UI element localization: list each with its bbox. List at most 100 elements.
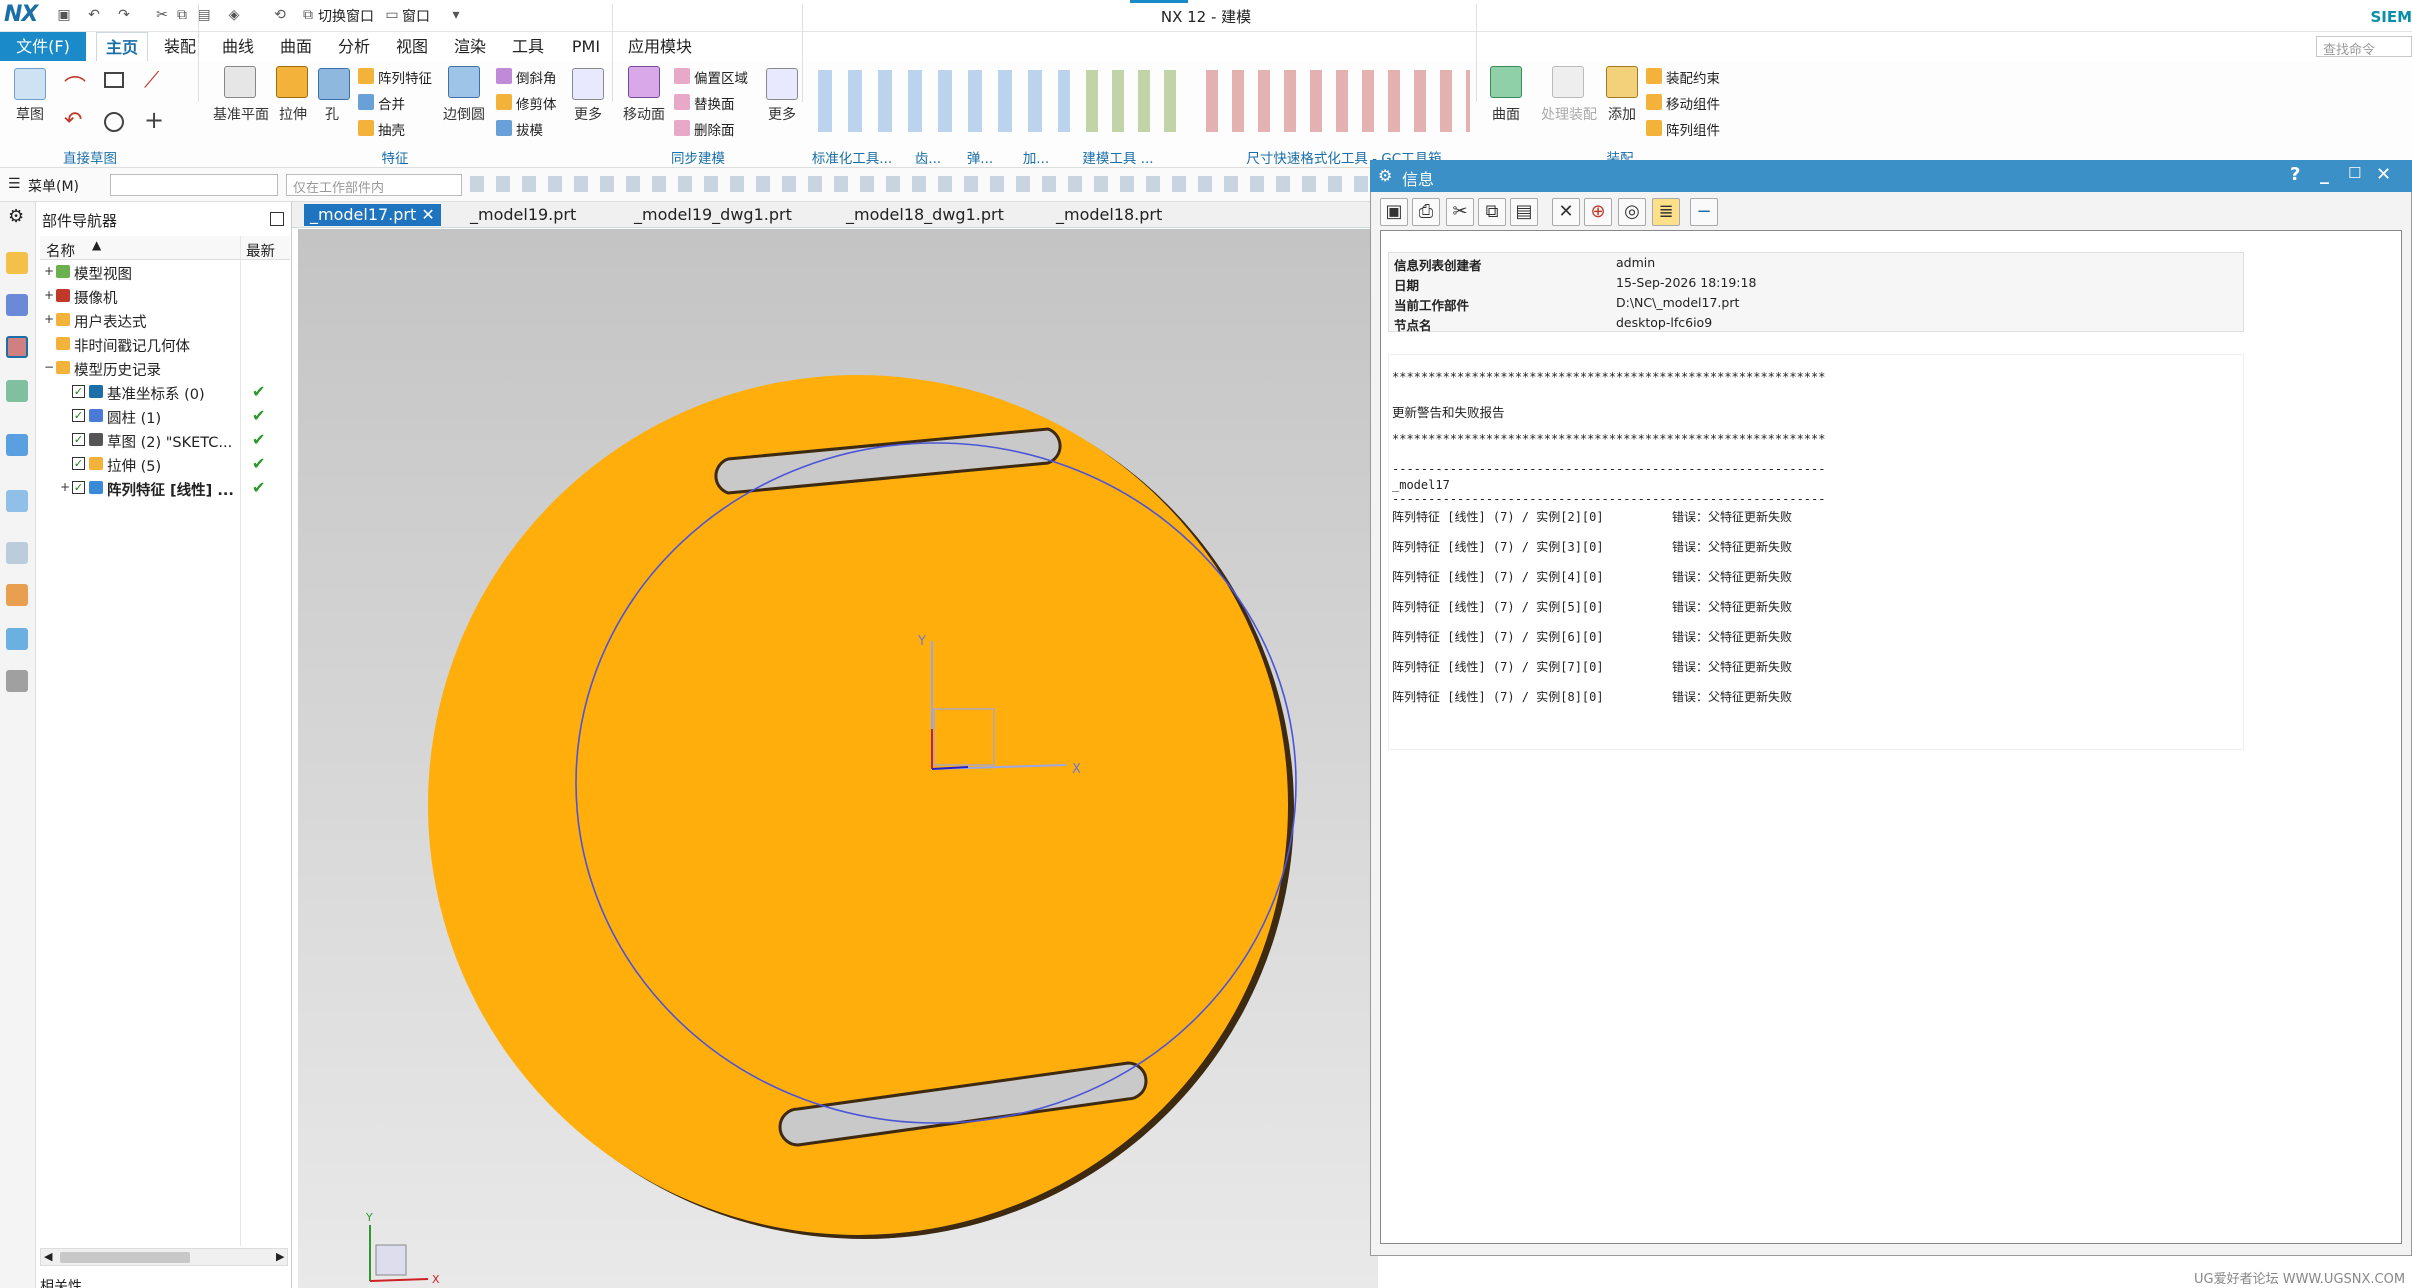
surface-icon[interactable]	[1490, 66, 1522, 98]
add-component-icon[interactable]	[1606, 66, 1638, 98]
build-tools-icons[interactable]	[1080, 70, 1180, 132]
edge-blend-button[interactable]: 边倒圆	[436, 104, 492, 124]
rectangle-icon[interactable]	[104, 72, 124, 88]
cut-info-icon[interactable]: ✂	[1446, 198, 1474, 226]
line-icon[interactable]: ⟋	[144, 68, 159, 93]
collapse-icon[interactable]: −	[1690, 198, 1718, 226]
menu-button[interactable]: 菜单(M)	[28, 176, 79, 196]
expand-toggle-icon[interactable]: +	[44, 288, 54, 302]
offset-region-button[interactable]: 偏置区域	[694, 67, 748, 87]
paste-info-icon[interactable]: ▤	[1510, 198, 1538, 226]
reuse-library-icon[interactable]	[6, 380, 28, 402]
hole-button[interactable]: 孔	[318, 104, 346, 124]
tab-pmi[interactable]: PMI	[562, 32, 610, 61]
tab-model18[interactable]: _model18.prt	[1056, 204, 1162, 226]
hole-icon[interactable]	[318, 68, 350, 100]
pattern-component-button[interactable]: 阵列组件	[1666, 119, 1720, 139]
expand-toggle-icon[interactable]: −	[44, 360, 54, 374]
group-add[interactable]: 加...	[1016, 147, 1056, 167]
wrap-text-icon[interactable]: ≣	[1652, 198, 1680, 226]
extrude-icon[interactable]	[276, 66, 308, 98]
maximize-dialog-icon[interactable]: ☐	[2348, 164, 2361, 182]
tab-tools[interactable]: 工具	[504, 32, 552, 61]
snap-tools-icons[interactable]	[470, 176, 1370, 192]
tab-assembly[interactable]: 装配	[156, 32, 204, 61]
more-sync-button[interactable]: 更多	[760, 104, 804, 124]
circle-icon[interactable]	[104, 112, 124, 132]
model-canvas[interactable]: Y X Y X	[298, 229, 1378, 1288]
scrollbar-thumb[interactable]	[60, 1252, 190, 1263]
shell-button[interactable]: 抽壳	[378, 119, 405, 139]
chamfer-button[interactable]: 倒斜角	[516, 67, 557, 87]
tab-app-modules[interactable]: 应用模块	[620, 32, 700, 61]
tab-view[interactable]: 视图	[388, 32, 436, 61]
point-icon[interactable]: +	[144, 106, 164, 134]
checkbox-icon[interactable]: ✓	[72, 385, 85, 398]
scroll-right-icon[interactable]: ▶	[276, 1250, 284, 1263]
surface-button[interactable]: 曲面	[1484, 104, 1528, 124]
checkbox-icon[interactable]: ✓	[72, 433, 85, 446]
move-face-button[interactable]: 移动面	[616, 104, 672, 124]
constraint-navigator-icon[interactable]	[6, 336, 28, 358]
dialog-gear-icon[interactable]: ⚙	[1378, 166, 1392, 185]
unite-button[interactable]: 合并	[378, 93, 405, 113]
expand-toggle-icon[interactable]: +	[44, 264, 54, 278]
tab-render[interactable]: 渲染	[446, 32, 494, 61]
system-scene-icon[interactable]	[6, 670, 28, 692]
close-icon[interactable]: ✕	[2376, 164, 2391, 185]
web-browser-icon[interactable]	[6, 434, 28, 456]
tree-row[interactable]: 非时间戳记几何体	[40, 332, 290, 356]
assembly-navigator-icon[interactable]	[6, 294, 28, 316]
expand-toggle-icon[interactable]: +	[44, 312, 54, 326]
sketch-icon[interactable]	[14, 68, 46, 100]
binoculars-icon[interactable]: ◎	[1618, 198, 1646, 226]
scope-filter-select[interactable]: 仅在工作部件内	[286, 174, 462, 196]
trim-body-button[interactable]: 修剪体	[516, 93, 557, 113]
tree-row[interactable]: + ✓ 阵列特征 [线性] ... ✔	[40, 476, 290, 500]
tab-model18-dwg1[interactable]: _model18_dwg1.prt	[846, 204, 1004, 226]
more-sync-icon[interactable]	[766, 68, 798, 100]
clock-icon[interactable]	[6, 542, 28, 564]
tab-curve[interactable]: 曲线	[214, 32, 262, 61]
add-component-button[interactable]: 添加	[1602, 104, 1642, 124]
group-gear[interactable]: 齿...	[908, 147, 948, 167]
arc-icon[interactable]: ⌒	[64, 70, 86, 102]
scroll-left-icon[interactable]: ◀	[44, 1250, 52, 1263]
column-name-header[interactable]: 名称	[46, 240, 75, 261]
datum-plane-icon[interactable]	[224, 66, 256, 98]
dependencies-panel-tab[interactable]: 相关性	[40, 1276, 82, 1288]
maximize-icon[interactable]	[270, 212, 284, 226]
tab-model19-dwg1[interactable]: _model19_dwg1.prt	[634, 204, 792, 226]
checkbox-icon[interactable]: ✓	[72, 409, 85, 422]
tab-model19[interactable]: _model19.prt	[470, 204, 576, 226]
find-icon[interactable]: ⊕	[1584, 198, 1612, 226]
view-triad[interactable]	[369, 1225, 429, 1282]
move-component-button[interactable]: 移动组件	[1666, 93, 1720, 113]
tree-row[interactable]: − 模型历史记录	[40, 356, 290, 380]
save-info-icon[interactable]: ▣	[1380, 198, 1408, 226]
tab-surface[interactable]: 曲面	[272, 32, 320, 61]
dialog-titlebar[interactable]	[1370, 160, 2412, 192]
tab-model17[interactable]: _model17.prt ✕	[304, 204, 441, 226]
group-modeling-tools[interactable]: 建模工具 ...	[1070, 147, 1166, 167]
tree-row[interactable]: ✓ 拉伸 (5) ✔	[40, 452, 290, 476]
edge-blend-icon[interactable]	[448, 66, 480, 98]
role-icon[interactable]	[6, 628, 28, 650]
type-filter-select[interactable]	[110, 174, 278, 196]
menu-icon[interactable]: ☰	[8, 176, 21, 192]
history-icon[interactable]	[6, 490, 28, 512]
checkbox-icon[interactable]: ✓	[72, 481, 85, 494]
extrude-button[interactable]: 拉伸	[276, 104, 310, 124]
part-navigator-tab-icon[interactable]	[6, 252, 28, 274]
tree-row[interactable]: + 用户表达式	[40, 308, 290, 332]
copy-info-icon[interactable]: ⧉	[1478, 198, 1506, 226]
tree-row[interactable]: ✓ 草图 (2) "SKETC... ✔	[40, 428, 290, 452]
tree-row[interactable]: + 摄像机	[40, 284, 290, 308]
move-face-icon[interactable]	[628, 66, 660, 98]
delete-icon[interactable]: ✕	[1552, 198, 1580, 226]
expand-toggle-icon[interactable]: +	[60, 480, 70, 494]
tree-row[interactable]: ✓ 基准坐标系 (0) ✔	[40, 380, 290, 404]
column-latest-header[interactable]: 最新	[246, 240, 275, 261]
checkbox-icon[interactable]: ✓	[72, 457, 85, 470]
tab-analysis[interactable]: 分析	[330, 32, 378, 61]
